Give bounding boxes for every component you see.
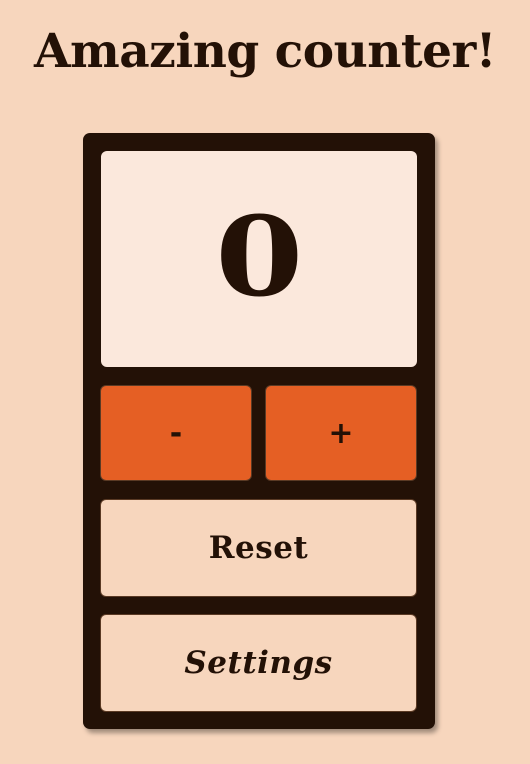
counter-panel: 0 - + Reset Settings [83,133,435,729]
settings-label: Settings [184,645,333,681]
reset-label: Reset [208,530,309,566]
increment-button[interactable]: + [265,385,417,481]
decrement-button[interactable]: - [100,385,252,481]
counter-display: 0 [101,151,417,367]
page-title: Amazing counter! [34,24,496,79]
reset-button[interactable]: Reset [100,499,417,597]
counter-value: 0 [214,192,304,321]
settings-button[interactable]: Settings [100,614,417,712]
increment-label: + [328,415,354,451]
decrement-label: - [169,415,183,451]
